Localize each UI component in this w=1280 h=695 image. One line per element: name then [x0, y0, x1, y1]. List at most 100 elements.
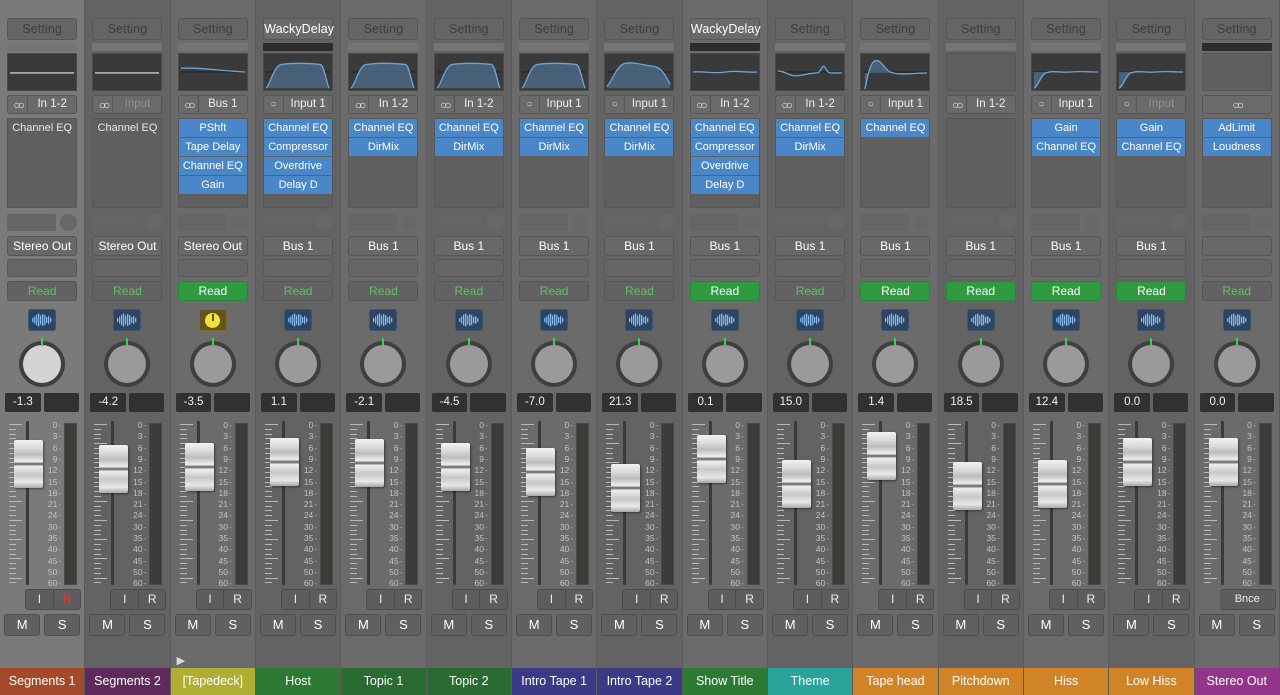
- pan-knob[interactable]: [1125, 337, 1177, 389]
- group-button[interactable]: [263, 259, 333, 277]
- mute-button[interactable]: M: [857, 614, 893, 636]
- mute-button[interactable]: M: [1113, 614, 1149, 636]
- input-label[interactable]: Input 1: [284, 96, 332, 113]
- send-row[interactable]: [348, 212, 418, 232]
- io-row[interactable]: ○○In 1-2: [775, 95, 845, 114]
- send-row[interactable]: [1116, 212, 1186, 232]
- channel-strip[interactable]: Setting○InputGainChannel EQBus 1Read0.00…: [1109, 0, 1194, 695]
- send-row[interactable]: [7, 212, 77, 232]
- send-slot[interactable]: [178, 214, 227, 231]
- input-label[interactable]: In 1-2: [967, 96, 1015, 113]
- input-monitor-button[interactable]: I: [366, 589, 395, 610]
- output-button[interactable]: Bus 1: [860, 236, 930, 256]
- secondary-value[interactable]: [982, 393, 1018, 412]
- plugin-rack[interactable]: [946, 118, 1016, 208]
- input-label[interactable]: In 1-2: [796, 96, 844, 113]
- input-monitor-button[interactable]: I: [110, 589, 139, 610]
- send-knob[interactable]: [316, 214, 333, 231]
- pan-knob[interactable]: [699, 337, 751, 389]
- mute-solo-row[interactable]: MS: [943, 614, 1019, 636]
- plugin-slot[interactable]: Channel EQ: [1117, 138, 1185, 157]
- channel-name[interactable]: Pitchdown: [939, 668, 1023, 695]
- volume-fader[interactable]: [516, 419, 556, 589]
- send-knob[interactable]: [743, 214, 760, 231]
- send-knob[interactable]: [145, 214, 162, 231]
- input-record-row[interactable]: IR: [537, 589, 593, 610]
- slot-bar[interactable]: [263, 43, 333, 51]
- io-row[interactable]: ○○Bus 1: [178, 95, 248, 114]
- pan-knob[interactable]: [357, 337, 409, 389]
- bounce-button[interactable]: Bnce: [1220, 589, 1276, 610]
- group-button[interactable]: [519, 259, 589, 277]
- automation-mode-button[interactable]: Read: [775, 281, 845, 301]
- mute-button[interactable]: M: [772, 614, 808, 636]
- solo-button[interactable]: S: [556, 614, 592, 636]
- volume-value[interactable]: -4.5: [432, 393, 468, 412]
- record-enable-button[interactable]: R: [139, 589, 167, 610]
- secondary-value[interactable]: [300, 393, 336, 412]
- output-button[interactable]: Bus 1: [690, 236, 760, 256]
- send-row[interactable]: [604, 212, 674, 232]
- channel-strip[interactable]: Setting○○In 1-2Channel EQStereo OutRead-…: [0, 0, 85, 695]
- bounce-row[interactable]: Bnce: [1220, 589, 1276, 610]
- input-monitor-button[interactable]: I: [1134, 589, 1163, 610]
- automation-mode-button[interactable]: Read: [860, 281, 930, 301]
- record-enable-button[interactable]: R: [54, 589, 82, 610]
- mute-button[interactable]: M: [943, 614, 979, 636]
- volume-fader[interactable]: [345, 419, 385, 589]
- volume-fader[interactable]: [4, 419, 44, 589]
- slot-bar[interactable]: [348, 43, 418, 51]
- channel-strip[interactable]: Setting○○AdLimitLoudnessRead0.0036912151…: [1195, 0, 1280, 695]
- plugin-rack[interactable]: Channel EQDirMix: [519, 118, 589, 208]
- send-row[interactable]: [775, 212, 845, 232]
- fader-handle[interactable]: [270, 438, 299, 486]
- output-button[interactable]: Bus 1: [775, 236, 845, 256]
- setting-button[interactable]: Setting: [1202, 18, 1272, 40]
- plugin-slot[interactable]: Delay D: [264, 176, 332, 195]
- waveform-icon[interactable]: [113, 309, 141, 331]
- mute-solo-row[interactable]: MS: [260, 614, 336, 636]
- send-knob[interactable]: [1084, 214, 1101, 231]
- record-enable-button[interactable]: R: [822, 589, 850, 610]
- input-record-row[interactable]: IR: [366, 589, 422, 610]
- volume-value[interactable]: -2.1: [346, 393, 382, 412]
- waveform-icon[interactable]: [796, 309, 824, 331]
- fader-handle[interactable]: [1038, 460, 1067, 508]
- send-row[interactable]: [860, 212, 930, 232]
- volume-value[interactable]: -7.0: [517, 393, 553, 412]
- volume-fader[interactable]: [601, 419, 641, 589]
- plugin-slot[interactable]: Channel EQ: [435, 119, 503, 138]
- slot-bar[interactable]: [1031, 43, 1101, 51]
- automation-mode-button[interactable]: Read: [690, 281, 760, 301]
- send-knob[interactable]: [572, 214, 589, 231]
- output-button[interactable]: Stereo Out: [7, 236, 77, 256]
- mute-button[interactable]: M: [89, 614, 125, 636]
- input-record-row[interactable]: IR: [281, 589, 337, 610]
- send-slot[interactable]: [348, 214, 397, 231]
- channel-strip[interactable]: Setting○○In 1-2Bus 1Read18.5036912151821…: [939, 0, 1024, 695]
- io-row[interactable]: ○○In 1-2: [946, 95, 1016, 114]
- channel-strip[interactable]: Setting○Input 1Channel EQDirMixBus 1Read…: [597, 0, 682, 695]
- plugin-rack[interactable]: Channel EQ: [92, 118, 162, 208]
- pan-knob[interactable]: [187, 337, 239, 389]
- plugin-slot[interactable]: Channel EQ: [93, 119, 161, 138]
- input-monitor-button[interactable]: I: [964, 589, 993, 610]
- plugin-slot[interactable]: Tape Delay: [179, 138, 247, 157]
- plugin-slot[interactable]: Overdrive: [691, 157, 759, 176]
- volume-fader[interactable]: [772, 419, 812, 589]
- channel-strip[interactable]: WackyDelay○○In 1-2Channel EQCompressorOv…: [683, 0, 768, 695]
- solo-button[interactable]: S: [129, 614, 165, 636]
- waveform-icon[interactable]: [540, 309, 568, 331]
- channel-strip[interactable]: WackyDelay○Input 1Channel EQCompressorOv…: [256, 0, 341, 695]
- channel-name[interactable]: Segments 1: [0, 668, 84, 695]
- mute-button[interactable]: M: [4, 614, 40, 636]
- input-monitor-button[interactable]: I: [196, 589, 225, 610]
- input-monitor-button[interactable]: I: [281, 589, 310, 610]
- eq-thumbnail[interactable]: [1031, 53, 1101, 91]
- automation-mode-button[interactable]: Read: [1116, 281, 1186, 301]
- plugin-slot[interactable]: Loudness: [1203, 138, 1271, 157]
- secondary-value[interactable]: [214, 393, 250, 412]
- secondary-value[interactable]: [1068, 393, 1104, 412]
- fader-handle[interactable]: [782, 460, 811, 508]
- solo-button[interactable]: S: [897, 614, 933, 636]
